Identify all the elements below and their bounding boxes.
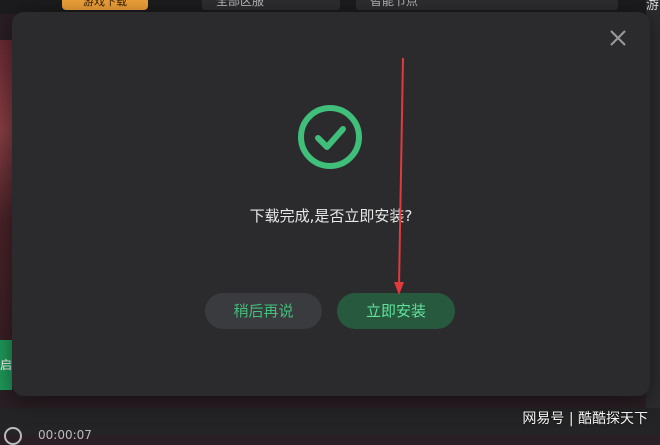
close-icon: [610, 30, 626, 46]
download-complete-dialog: 下载完成,是否立即安装? 稍后再说 立即安装: [12, 12, 650, 396]
later-button[interactable]: 稍后再说: [205, 293, 322, 329]
background-timer: 00:00:07: [38, 428, 92, 442]
clock-icon: [4, 427, 22, 445]
background-game-art: [0, 40, 12, 340]
close-button[interactable]: [604, 24, 632, 52]
background-server-dropdown: 全部区服: [202, 0, 340, 10]
check-circle-icon: [298, 105, 362, 169]
background-tab: 游戏下载: [62, 0, 148, 10]
watermark: 网易号 | 酷酷探天下: [522, 411, 648, 427]
background-node-dropdown: 智能节点: [356, 0, 618, 10]
background-launch-button: 启: [0, 340, 12, 390]
background-right-text: 游: [646, 0, 660, 13]
install-now-button[interactable]: 立即安装: [337, 293, 455, 329]
dialog-message: 下载完成,是否立即安装?: [249, 207, 413, 225]
